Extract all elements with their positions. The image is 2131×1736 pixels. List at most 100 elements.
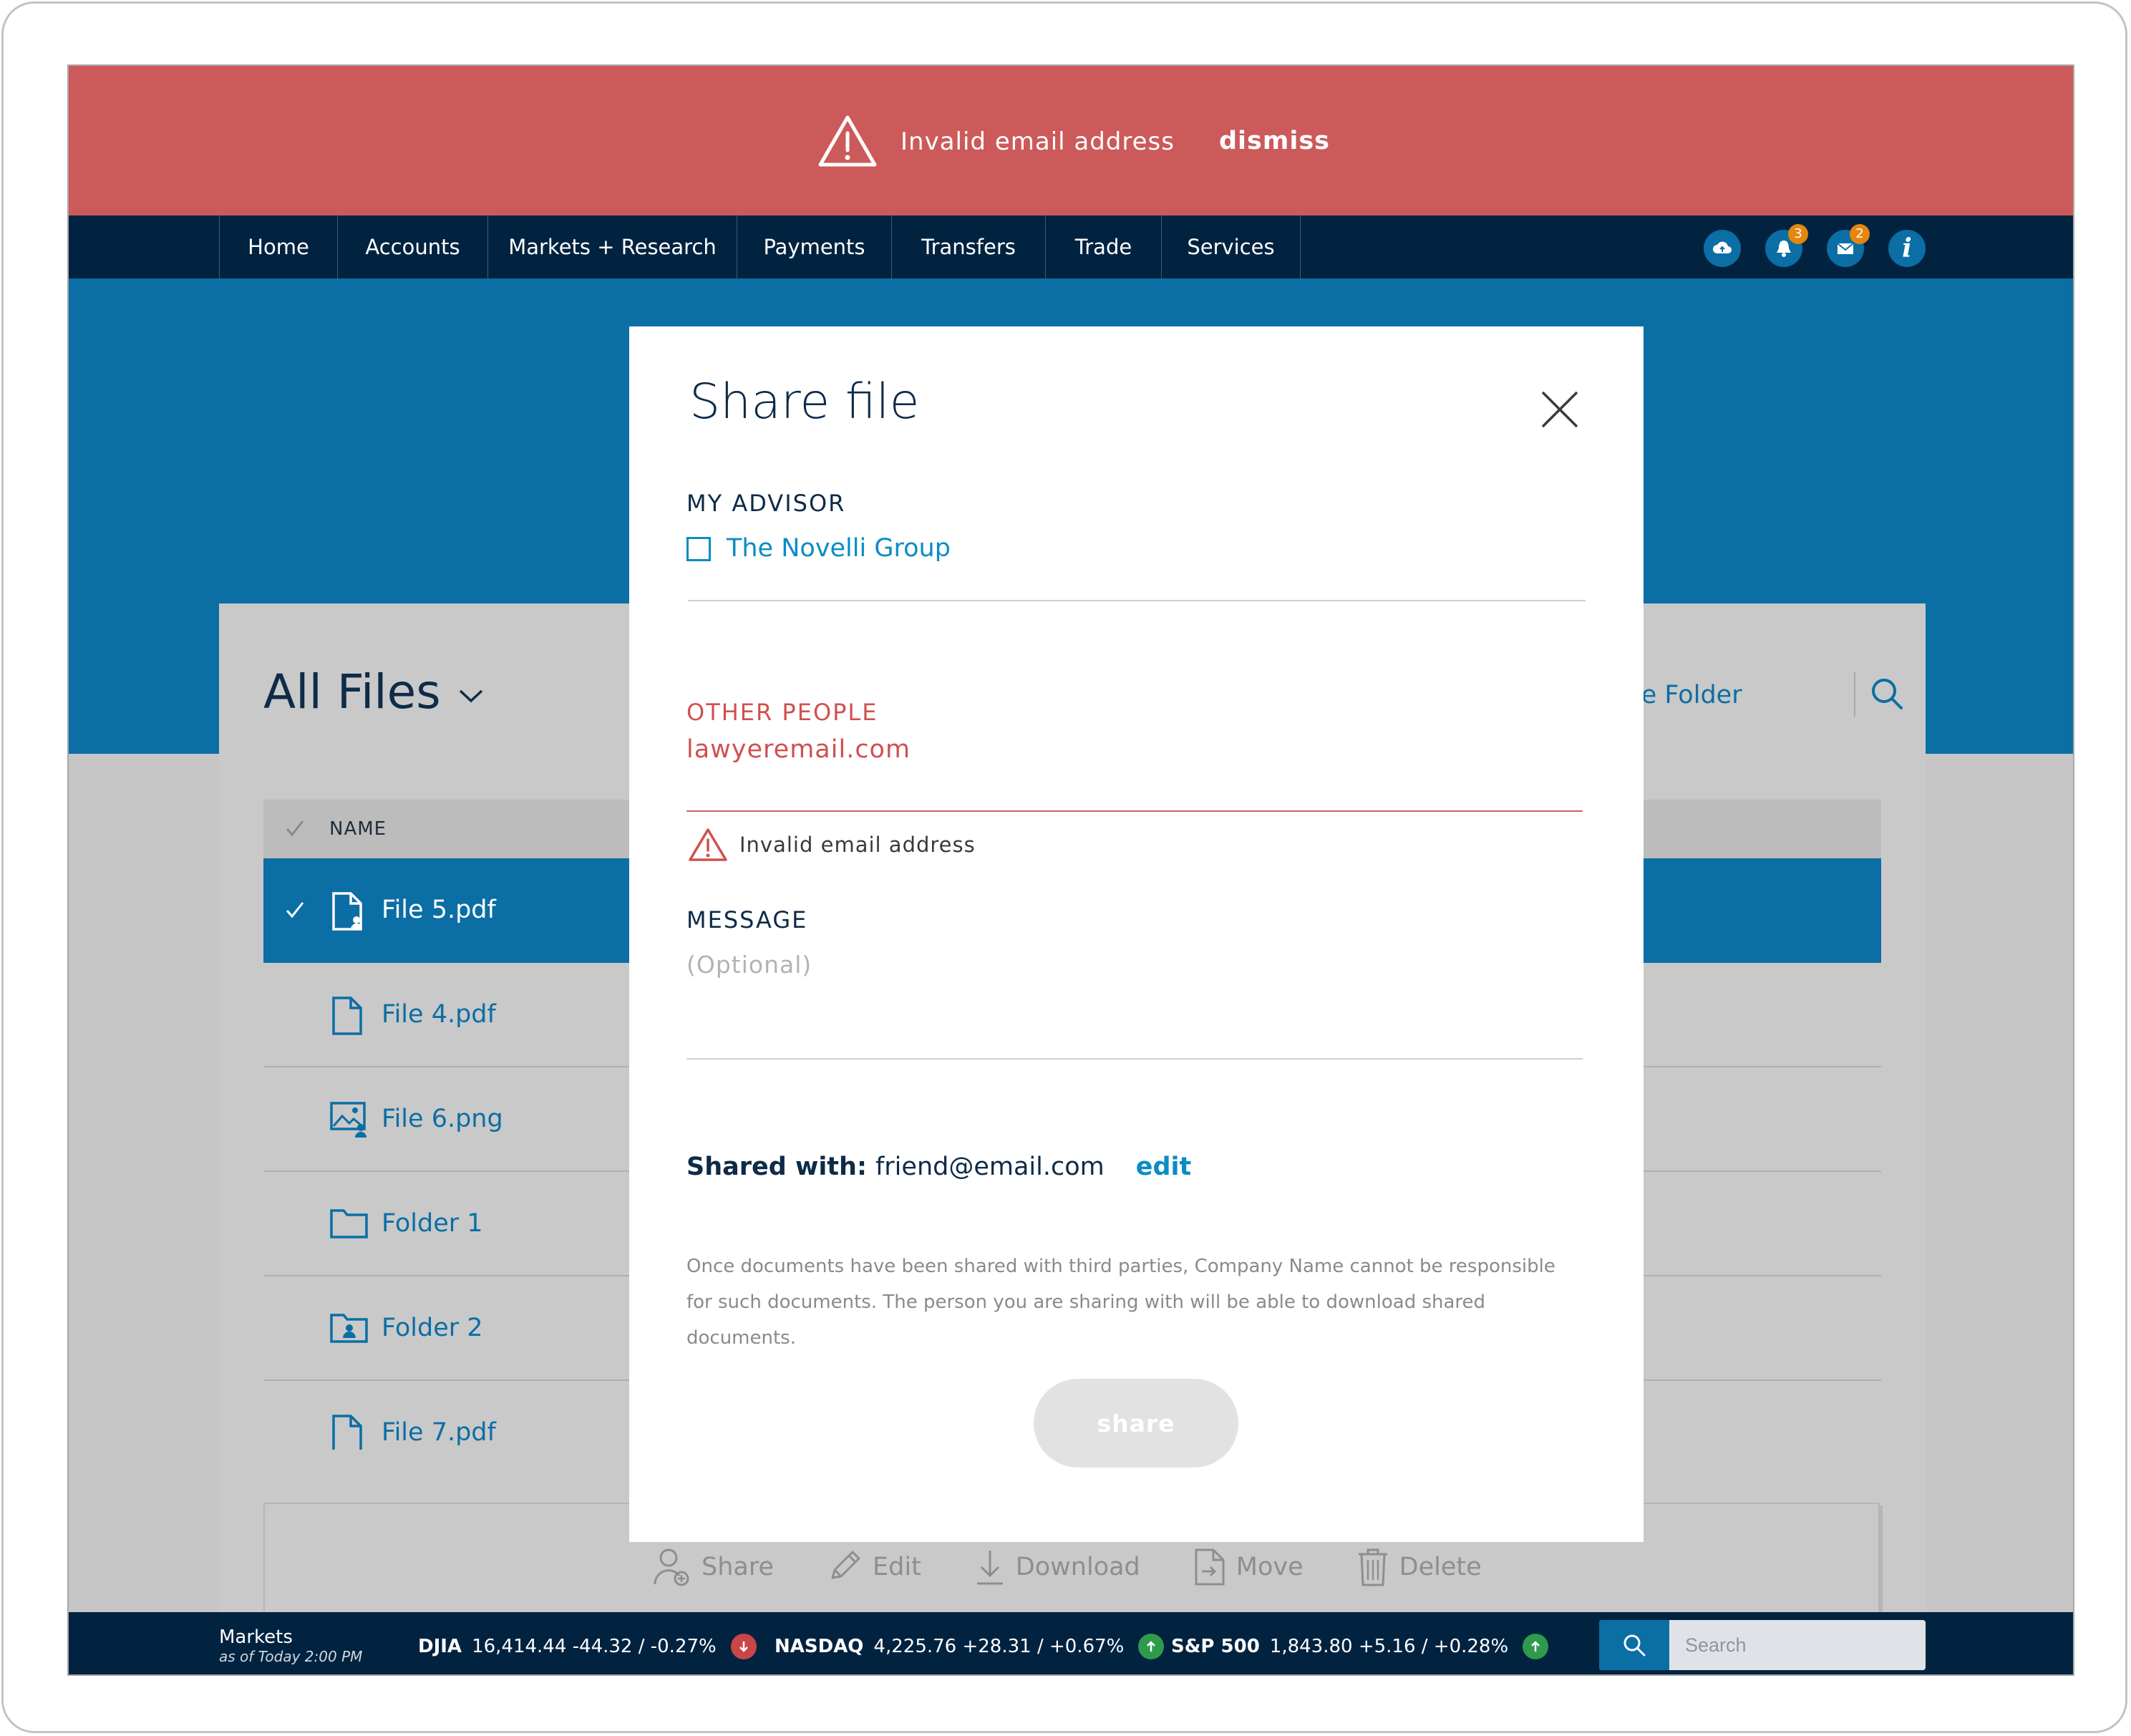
nav-item-label: Home xyxy=(248,235,309,259)
modal-title: Share file xyxy=(689,374,920,430)
main-nav: Home Accounts Markets + Research Payment… xyxy=(69,215,2073,278)
app-screen: Invalid email address dismiss Home Accou… xyxy=(67,64,2074,1676)
arrow-up-icon xyxy=(1523,1634,1549,1659)
share-button[interactable]: share xyxy=(1034,1379,1238,1468)
message-count-badge: 2 xyxy=(1850,224,1870,244)
message-label: MESSAGE xyxy=(686,906,808,934)
warning-icon xyxy=(817,115,878,168)
shared-image-icon xyxy=(329,1100,369,1138)
email-field[interactable] xyxy=(686,731,1422,768)
nav-item-label: Payments xyxy=(763,235,865,259)
markets-title: Markets xyxy=(219,1626,293,1648)
message-field-underline xyxy=(686,1058,1583,1059)
nav-item-label: Markets + Research xyxy=(508,235,717,259)
index-name: DJIA xyxy=(418,1636,462,1657)
toolbar-divider xyxy=(1854,672,1855,717)
folder-icon xyxy=(329,1205,369,1241)
edit-action-button[interactable]: Edit xyxy=(827,1549,921,1585)
info-icon: i xyxy=(1902,233,1912,263)
quote-search-button[interactable] xyxy=(1599,1620,1669,1670)
file-name: File 4.pdf xyxy=(382,1000,496,1029)
quote-search xyxy=(1599,1620,1926,1670)
shared-folder-icon xyxy=(329,1309,369,1345)
index-values: 4,225.76 +28.31 / +0.67% xyxy=(873,1636,1125,1657)
advisor-name[interactable]: The Novelli Group xyxy=(727,534,951,563)
move-action-button[interactable]: Move xyxy=(1193,1548,1304,1586)
nav-item-payments[interactable]: Payments xyxy=(737,215,892,278)
cloud-upload-button[interactable] xyxy=(1704,230,1741,267)
ticker-item-sp500[interactable]: S&P 500 1,843.80 +5.16 / +0.28% xyxy=(1171,1634,1549,1659)
row-checkmark-icon[interactable] xyxy=(283,898,306,921)
notifications-button[interactable]: 3 xyxy=(1765,224,1808,267)
all-files-title: All Files xyxy=(263,664,441,719)
action-label: Move xyxy=(1236,1553,1304,1581)
nav-item-home[interactable]: Home xyxy=(220,215,338,278)
notification-count-badge: 3 xyxy=(1788,224,1808,244)
device-frame: Invalid email address dismiss Home Accou… xyxy=(1,1,2127,1733)
messages-button[interactable]: 2 xyxy=(1827,224,1870,267)
nav-item-accounts[interactable]: Accounts xyxy=(338,215,488,278)
nav-item-label: Trade xyxy=(1074,235,1132,259)
file-icon xyxy=(329,1414,367,1450)
message-field[interactable] xyxy=(686,951,1422,1044)
market-ticker: Markets as of Today 2:00 PM DJIA 16,414.… xyxy=(69,1612,2073,1674)
nav-item-label: Accounts xyxy=(365,235,460,259)
index-values: 16,414.44 -44.32 / -0.27% xyxy=(472,1636,717,1657)
nav-item-transfers[interactable]: Transfers xyxy=(892,215,1046,278)
download-action-button[interactable]: Download xyxy=(974,1548,1140,1586)
index-values: 1,843.80 +5.16 / +0.28% xyxy=(1269,1636,1509,1657)
arrow-down-icon xyxy=(730,1634,757,1659)
download-icon xyxy=(974,1548,1016,1586)
action-label: Share xyxy=(702,1553,775,1581)
warning-icon xyxy=(688,828,728,862)
nav-item-trade[interactable]: Trade xyxy=(1046,215,1162,278)
shared-with-value: friend@email.com xyxy=(875,1153,1105,1181)
divider xyxy=(688,600,1586,601)
move-file-icon xyxy=(1193,1548,1236,1586)
dismiss-link[interactable]: dismiss xyxy=(1219,127,1330,155)
index-name: S&P 500 xyxy=(1171,1636,1260,1657)
folder-name: Folder 2 xyxy=(382,1314,483,1342)
action-label: Edit xyxy=(873,1553,921,1581)
trash-icon xyxy=(1356,1547,1399,1587)
all-files-dropdown[interactable]: All Files xyxy=(263,664,484,719)
action-label: Download xyxy=(1015,1553,1140,1581)
info-button[interactable]: i xyxy=(1888,230,1926,267)
delete-action-button[interactable]: Delete xyxy=(1356,1547,1482,1587)
select-all-checkmark-icon[interactable] xyxy=(283,817,306,840)
action-label: Delete xyxy=(1399,1553,1482,1581)
markets-timestamp: as of Today 2:00 PM xyxy=(219,1648,363,1665)
nav-item-services[interactable]: Services xyxy=(1162,215,1301,278)
error-alert-banner: Invalid email address dismiss xyxy=(69,66,2073,215)
nav-item-markets-research[interactable]: Markets + Research xyxy=(488,215,737,278)
ticker-item-djia[interactable]: DJIA 16,414.44 -44.32 / -0.27% xyxy=(418,1634,757,1659)
nav-item-label: Services xyxy=(1187,235,1275,259)
email-error-message: Invalid email address xyxy=(739,833,976,857)
shared-file-icon xyxy=(329,891,367,931)
nav-item-label: Transfers xyxy=(921,235,1016,259)
share-action-button[interactable]: Share xyxy=(653,1547,774,1587)
share-user-icon xyxy=(653,1547,702,1587)
shared-with-label: Shared with: xyxy=(686,1153,867,1181)
file-name: File 6.png xyxy=(382,1105,503,1133)
close-icon[interactable] xyxy=(1540,389,1580,430)
column-header-name[interactable]: NAME xyxy=(329,818,387,840)
edit-shared-link[interactable]: edit xyxy=(1136,1153,1192,1181)
file-icon xyxy=(329,996,367,1036)
share-file-modal: Share file MY ADVISOR The Novelli Group … xyxy=(629,326,1644,1542)
search-icon[interactable] xyxy=(1870,677,1904,711)
email-field-underline xyxy=(686,810,1583,812)
quote-search-input[interactable] xyxy=(1669,1620,1926,1670)
file-name: File 7.pdf xyxy=(382,1418,496,1447)
ticker-item-nasdaq[interactable]: NASDAQ 4,225.76 +28.31 / +0.67% xyxy=(775,1634,1165,1659)
alert-message: Invalid email address xyxy=(901,127,1175,156)
share-disclaimer: Once documents have been shared with thi… xyxy=(686,1256,1555,1349)
chevron-down-icon xyxy=(441,681,484,704)
file-name: File 5.pdf xyxy=(382,896,496,924)
pencil-icon xyxy=(827,1549,873,1585)
other-people-label: OTHER PEOPLE xyxy=(686,699,878,726)
advisor-checkbox[interactable] xyxy=(686,537,711,561)
my-advisor-label: MY ADVISOR xyxy=(686,490,846,517)
shared-with: Shared with: friend@email.com edit xyxy=(686,1153,1191,1181)
index-name: NASDAQ xyxy=(775,1636,864,1657)
